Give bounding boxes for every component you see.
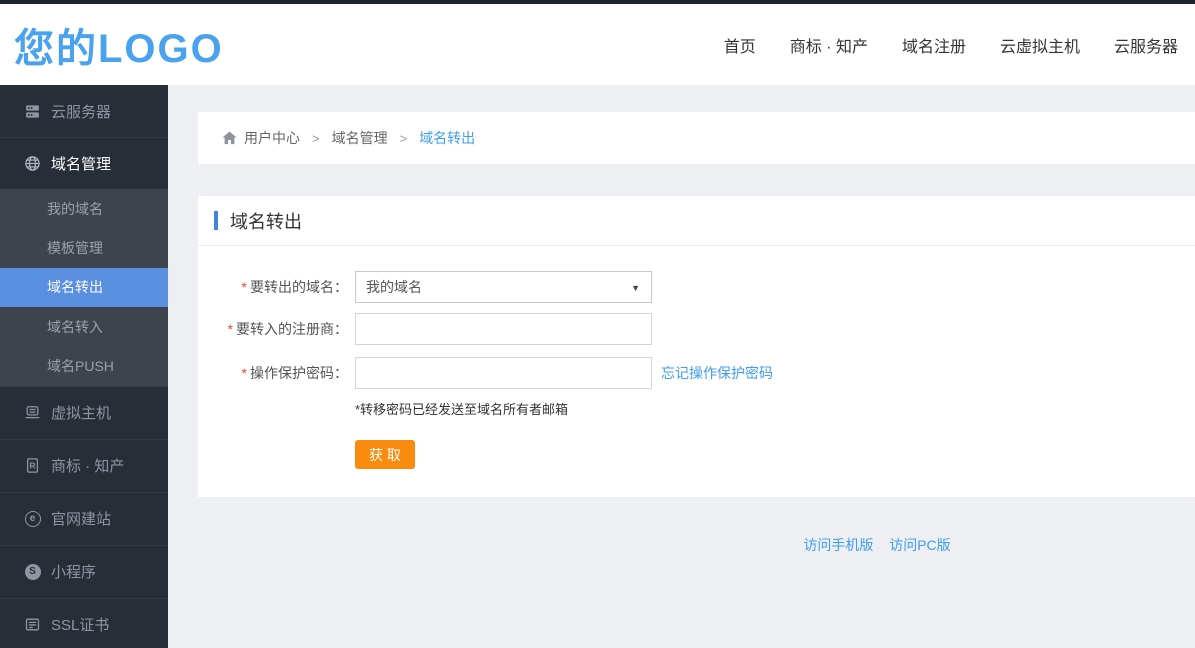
sidebar-item-mini-program[interactable]: S 小程序: [0, 544, 168, 598]
sidebar-item-domain-management[interactable]: 域名管理: [0, 137, 168, 189]
pc-version-link[interactable]: 访问PC版: [889, 537, 950, 553]
sidebar-item-trademark[interactable]: R 商标 · 知产: [0, 438, 168, 492]
footer-links: 访问手机版 访问PC版: [168, 535, 1195, 555]
domain-transfer-out-card: 域名转出 * 要转出的域名： 我的域名 ▼ * 要转入的注册商： * 操作保护密…: [198, 196, 1195, 497]
trademark-doc-icon: R: [24, 457, 41, 474]
registrar-input-label: * 要转入的注册商：: [227, 321, 348, 337]
transfer-out-form: * 要转出的域名： 我的域名 ▼ * 要转入的注册商： * 操作保护密码： 忘记…: [198, 246, 1195, 469]
sidebar-item-label: 云服务器: [51, 103, 112, 121]
host-icon: [24, 404, 41, 421]
sidebar-item-label: 域名管理: [51, 156, 112, 173]
sidebar-subitem-domain-transfer-in[interactable]: 域名转入: [0, 307, 168, 346]
sidebar-subitem-domain-push[interactable]: 域名PUSH: [0, 347, 168, 386]
domain-select-label: * 要转出的域名：: [241, 279, 348, 295]
chevron-down-icon: ▼: [631, 283, 640, 293]
sidebar-item-label: 虚拟主机: [51, 405, 112, 423]
sidebar-item-cloud-server[interactable]: 云服务器: [0, 85, 168, 137]
header: 您的LOGO 首页 商标 · 知产 域名注册 云虚拟主机 云服务器: [0, 4, 1195, 85]
top-navigation: 首页 商标 · 知产 域名注册 云虚拟主机 云服务器: [690, 33, 1178, 57]
form-row-registrar: * 要转入的注册商：: [198, 313, 1195, 345]
sidebar-item-website-builder[interactable]: e 官网建站: [0, 491, 168, 545]
domain-management-submenu: 我的域名 模板管理 域名转出 域名转入 域名PUSH: [0, 189, 168, 386]
required-mark: *: [241, 365, 247, 381]
sidebar-item-label: 小程序: [51, 564, 97, 582]
forgot-protection-password-link[interactable]: 忘记操作保护密码: [661, 363, 773, 383]
form-row-domain: * 要转出的域名： 我的域名 ▼: [198, 271, 1195, 303]
nav-item-domain-register[interactable]: 域名注册: [902, 33, 966, 57]
mini-program-icon: S: [24, 563, 41, 580]
domain-select[interactable]: 我的域名 ▼: [355, 271, 652, 303]
sidebar-subitem-domain-transfer-out[interactable]: 域名转出: [0, 267, 168, 308]
breadcrumb-domain-management[interactable]: 域名管理: [332, 128, 388, 148]
nav-item-trademark[interactable]: 商标 · 知产: [790, 33, 868, 57]
sidebar-subitem-my-domains[interactable]: 我的域名: [0, 189, 168, 228]
servers-icon: [24, 103, 41, 120]
get-password-button[interactable]: 获 取: [355, 440, 415, 469]
protection-password-input[interactable]: [355, 357, 652, 389]
breadcrumb: 用户中心 > 域名管理 > 域名转出: [198, 112, 1195, 164]
certificate-icon: [24, 616, 41, 633]
website-globe-icon: e: [24, 510, 41, 527]
required-mark: *: [227, 321, 233, 337]
card-header: 域名转出: [198, 196, 1195, 246]
breadcrumb-separator: >: [399, 130, 408, 146]
main-content: 用户中心 > 域名管理 > 域名转出 域名转出 * 要转出的域名： 我的域名 ▼…: [168, 85, 1195, 648]
sidebar-item-ssl-certificate[interactable]: SSL证书: [0, 597, 168, 648]
home-icon: [222, 131, 237, 145]
registrar-input[interactable]: [355, 313, 652, 345]
breadcrumb-separator: >: [312, 130, 320, 146]
mobile-version-link[interactable]: 访问手机版: [803, 537, 873, 553]
protection-password-label: * 操作保护密码：: [241, 365, 348, 381]
domain-select-value: 我的域名: [366, 279, 422, 295]
svg-text:R: R: [29, 461, 35, 471]
required-mark: *: [241, 279, 247, 295]
breadcrumb-current-page: 域名转出: [419, 130, 476, 146]
sidebar-item-label: 商标 · 知产: [51, 458, 125, 476]
sidebar-item-virtual-host[interactable]: 虚拟主机: [0, 385, 168, 439]
transfer-password-note: *转移密码已经发送至域名所有者邮箱: [355, 402, 569, 417]
sidebar-subitem-template-management[interactable]: 模板管理: [0, 228, 168, 267]
nav-item-cloud-vhost[interactable]: 云虚拟主机: [1000, 33, 1080, 57]
nav-item-home[interactable]: 首页: [724, 33, 756, 57]
page-title: 域名转出: [230, 211, 302, 232]
site-logo[interactable]: 您的LOGO: [14, 16, 224, 74]
sidebar: 云服务器 域名管理 我的域名 模板管理 域名转出 域名转入 域名PUSH 虚拟主…: [0, 85, 168, 648]
breadcrumb-user-center[interactable]: 用户中心: [244, 128, 300, 148]
nav-item-cloud-server[interactable]: 云服务器: [1114, 33, 1178, 57]
globe-icon: [24, 155, 41, 172]
sidebar-item-label: 官网建站: [51, 511, 112, 529]
sidebar-item-label: SSL证书: [51, 617, 110, 635]
form-row-protection-password: * 操作保护密码： 忘记操作保护密码: [198, 357, 1195, 389]
title-accent-bar: [214, 211, 218, 230]
